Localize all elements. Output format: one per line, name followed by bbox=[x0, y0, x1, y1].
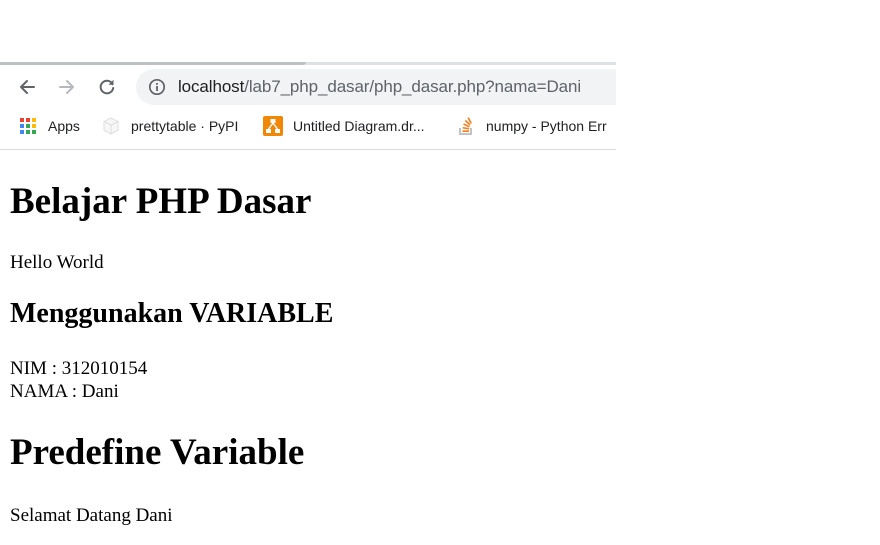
bookmark-label: prettytable · PyPI bbox=[131, 118, 239, 134]
bookmark-prettytable[interactable]: prettytable · PyPI bbox=[101, 111, 238, 141]
nama-line: NAMA : Dani bbox=[10, 381, 119, 402]
address-bar[interactable]: localhost/lab7_php_dasar/php_dasar.php?n… bbox=[136, 69, 616, 105]
bookmark-label: Untitled Diagram.dr... bbox=[293, 118, 425, 134]
bookmark-label: numpy - Python Err bbox=[486, 118, 607, 134]
info-icon[interactable] bbox=[148, 78, 166, 96]
browser-toolbar: localhost/lab7_php_dasar/php_dasar.php?n… bbox=[0, 65, 616, 111]
arrow-right-icon bbox=[59, 80, 74, 94]
section-heading-variable: Menggunakan VARIABLE bbox=[10, 298, 334, 329]
welcome-text: Selamat Datang Dani bbox=[10, 505, 173, 526]
chrome-divider bbox=[0, 149, 616, 150]
reload-icon bbox=[99, 79, 115, 95]
url-host: localhost bbox=[178, 77, 245, 96]
page-heading-predefine: Predefine Variable bbox=[10, 432, 305, 473]
bookmark-apps[interactable]: Apps bbox=[18, 111, 80, 141]
pypi-cube-icon bbox=[103, 117, 119, 135]
nim-line: NIM : 312010154 bbox=[10, 358, 148, 379]
back-button[interactable] bbox=[13, 73, 41, 101]
bookmark-label: Apps bbox=[48, 118, 80, 134]
bookmarks-bar: Apps prettytable · PyPI Untitled Diagram… bbox=[0, 111, 616, 149]
hello-text: Hello World bbox=[10, 252, 104, 273]
drawio-icon bbox=[263, 116, 283, 136]
reload-button[interactable] bbox=[93, 73, 121, 101]
page-heading-belajar: Belajar PHP Dasar bbox=[10, 181, 312, 222]
url-path: /lab7_php_dasar/php_dasar.php?nama=Dani bbox=[244, 77, 582, 96]
bookmark-untitled-diagram[interactable]: Untitled Diagram.dr... bbox=[263, 111, 425, 141]
arrow-left-icon bbox=[20, 80, 35, 94]
screenshot: localhost/lab7_php_dasar/php_dasar.php?n… bbox=[0, 0, 880, 545]
browser-chrome: localhost/lab7_php_dasar/php_dasar.php?n… bbox=[0, 62, 616, 150]
apps-grid-icon bbox=[20, 118, 36, 134]
stackoverflow-icon bbox=[459, 117, 472, 135]
bookmark-numpy[interactable]: numpy - Python Err bbox=[456, 111, 607, 141]
url-text: localhost/lab7_php_dasar/php_dasar.php?n… bbox=[178, 77, 581, 97]
forward-button[interactable] bbox=[53, 73, 81, 101]
